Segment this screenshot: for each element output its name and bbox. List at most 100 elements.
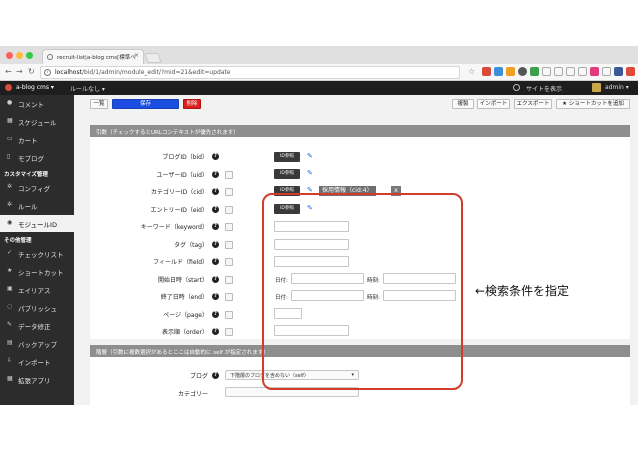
end-context-checkbox[interactable]: [225, 293, 233, 301]
field-label-field: フィールド（field）: [153, 259, 208, 266]
extension-icon[interactable]: [482, 67, 491, 76]
save-button[interactable]: 保存: [112, 99, 179, 109]
module-icon: ◉: [7, 219, 13, 226]
help-icon[interactable]: ?: [212, 206, 219, 213]
sidebar-item-config[interactable]: ✲ コンフィグ: [0, 179, 74, 196]
sidebar-item-schedule[interactable]: ▦ スケジュール: [0, 113, 74, 130]
help-icon[interactable]: ?: [212, 276, 219, 283]
sidebar-item-comment[interactable]: ● コメント: [0, 95, 74, 112]
help-icon[interactable]: ?: [212, 311, 219, 318]
sidebar-item-data-fix[interactable]: ✎ データ修正: [0, 317, 74, 334]
order-context-checkbox[interactable]: [225, 328, 233, 336]
add-shortcut-label: ショートカットを追加: [568, 101, 624, 107]
list-button[interactable]: 一覧: [90, 99, 108, 109]
add-shortcut-button[interactable]: ★ ショートカットを追加: [556, 99, 630, 109]
brand-menu[interactable]: a-blog cms ▾: [16, 84, 54, 91]
extension-icon[interactable]: [518, 67, 527, 76]
extension-icon[interactable]: [542, 67, 551, 76]
search-conditions-highlight: [262, 193, 463, 390]
delete-button[interactable]: 削除: [183, 99, 201, 109]
edit-icon[interactable]: ✎: [307, 170, 314, 177]
help-icon[interactable]: ?: [212, 328, 219, 335]
facebook-icon[interactable]: [614, 67, 623, 76]
sidebar-item-module-id[interactable]: ◉ モジュールID: [0, 215, 74, 232]
extension-icon[interactable]: [590, 67, 599, 76]
sidebar-item-alias[interactable]: ▣ エイリアス: [0, 281, 74, 298]
sidebar-item-label: ショートカット: [18, 269, 64, 277]
page-context-checkbox[interactable]: [225, 311, 233, 319]
help-icon[interactable]: ?: [212, 223, 219, 230]
sidebar-item-label: コメント: [18, 101, 44, 109]
calendar-icon: ▦: [7, 117, 13, 124]
extension-icon[interactable]: [578, 67, 587, 76]
help-icon[interactable]: ?: [212, 153, 219, 160]
bid-id-ref-button[interactable]: ID参照: [274, 152, 300, 162]
uid-id-ref-button[interactable]: ID参照: [274, 169, 300, 179]
extension-icon[interactable]: [554, 67, 563, 76]
help-icon[interactable]: ?: [212, 171, 219, 178]
help-icon[interactable]: ?: [212, 188, 219, 195]
field-label-page: ページ（page）: [163, 312, 208, 319]
sidebar-item-cart[interactable]: ▭ カート: [0, 131, 74, 148]
extension-icon[interactable]: [626, 67, 635, 76]
sidebar-item-label: バックアップ: [18, 341, 57, 349]
sidebar-item-checklist[interactable]: ✓ チェックリスト: [0, 245, 74, 262]
backup-icon: ▤: [7, 339, 13, 346]
field-label-eid: エントリーID（eid）: [150, 207, 208, 214]
import-icon: ⇩: [7, 357, 13, 364]
extension-icon[interactable]: [530, 67, 539, 76]
field-label-bid: ブログID（bid）: [162, 154, 208, 161]
address-bar[interactable]: i localhost/bid/1/admin/module_edit/?mid…: [40, 66, 460, 79]
field-label-uid: ユーザーID（uid）: [156, 172, 208, 179]
cid-context-checkbox[interactable]: [225, 188, 233, 196]
info-icon[interactable]: i: [44, 69, 51, 76]
back-arrow-icon[interactable]: ←: [5, 67, 12, 76]
help-icon[interactable]: ?: [212, 258, 219, 265]
extension-icon[interactable]: [494, 67, 503, 76]
url-path: /bid/1/admin/module_edit/?mid=21&edit=up…: [81, 69, 231, 76]
star-icon: ★: [562, 101, 569, 107]
help-icon[interactable]: ?: [212, 241, 219, 248]
import-button[interactable]: インポート: [477, 99, 510, 109]
field-context-checkbox[interactable]: [225, 258, 233, 266]
extension-icon[interactable]: [506, 67, 515, 76]
sidebar-item-publish[interactable]: ◌ パブリッシュ: [0, 299, 74, 316]
rule-menu[interactable]: ルールなし ▾: [70, 84, 105, 93]
sidebar-item-label: チェックリスト: [18, 251, 64, 259]
extension-icon[interactable]: [602, 67, 611, 76]
alias-icon: ▣: [7, 285, 13, 292]
bookmark-star-icon[interactable]: ☆: [468, 67, 477, 76]
sidebar-item-backup[interactable]: ▤ バックアップ: [0, 335, 74, 352]
sidebar-item-import[interactable]: ⇩ インポート: [0, 353, 74, 370]
close-window-icon[interactable]: [6, 52, 13, 59]
annotation-text: ←検索条件を指定: [475, 284, 570, 298]
maximize-window-icon[interactable]: [26, 52, 33, 59]
minimize-window-icon[interactable]: [16, 52, 23, 59]
sidebar-item-extensions[interactable]: ▦ 拡張アプリ: [0, 371, 74, 388]
sidebar-item-shortcut[interactable]: ★ ショートカット: [0, 263, 74, 280]
gear-icon: ✲: [7, 183, 13, 190]
keyword-context-checkbox[interactable]: [225, 223, 233, 231]
args-panel-heading: 引数（チェックするとURLコンテキストが優先されます）: [90, 125, 630, 137]
forward-arrow-icon[interactable]: →: [16, 67, 23, 76]
reload-icon[interactable]: ↻: [28, 67, 35, 76]
uid-context-checkbox[interactable]: [225, 171, 233, 179]
sidebar-item-moblog[interactable]: ▯ モブログ: [0, 149, 74, 166]
start-context-checkbox[interactable]: [225, 276, 233, 284]
help-icon[interactable]: ?: [212, 293, 219, 300]
duplicate-button[interactable]: 複製: [452, 99, 474, 109]
new-tab-button[interactable]: [144, 53, 162, 63]
eid-context-checkbox[interactable]: [225, 206, 233, 214]
tab-close-icon[interactable]: ×: [134, 52, 139, 59]
view-site-link[interactable]: サイトを表示: [526, 84, 562, 93]
comment-icon: ●: [7, 99, 13, 106]
extension-icon[interactable]: [566, 67, 575, 76]
edit-icon[interactable]: ✎: [307, 153, 314, 160]
sidebar-item-rule[interactable]: ✲ ルール: [0, 197, 74, 214]
tag-context-checkbox[interactable]: [225, 241, 233, 249]
help-icon[interactable]: ?: [212, 372, 219, 379]
blog-scope-label: ブログ: [189, 373, 208, 380]
admin-menu[interactable]: admin ▾: [605, 84, 629, 91]
export-button[interactable]: エクスポート: [514, 99, 552, 109]
browser-tab[interactable]: recruit-list|a-blog cms[標準ペ ×: [42, 49, 144, 64]
